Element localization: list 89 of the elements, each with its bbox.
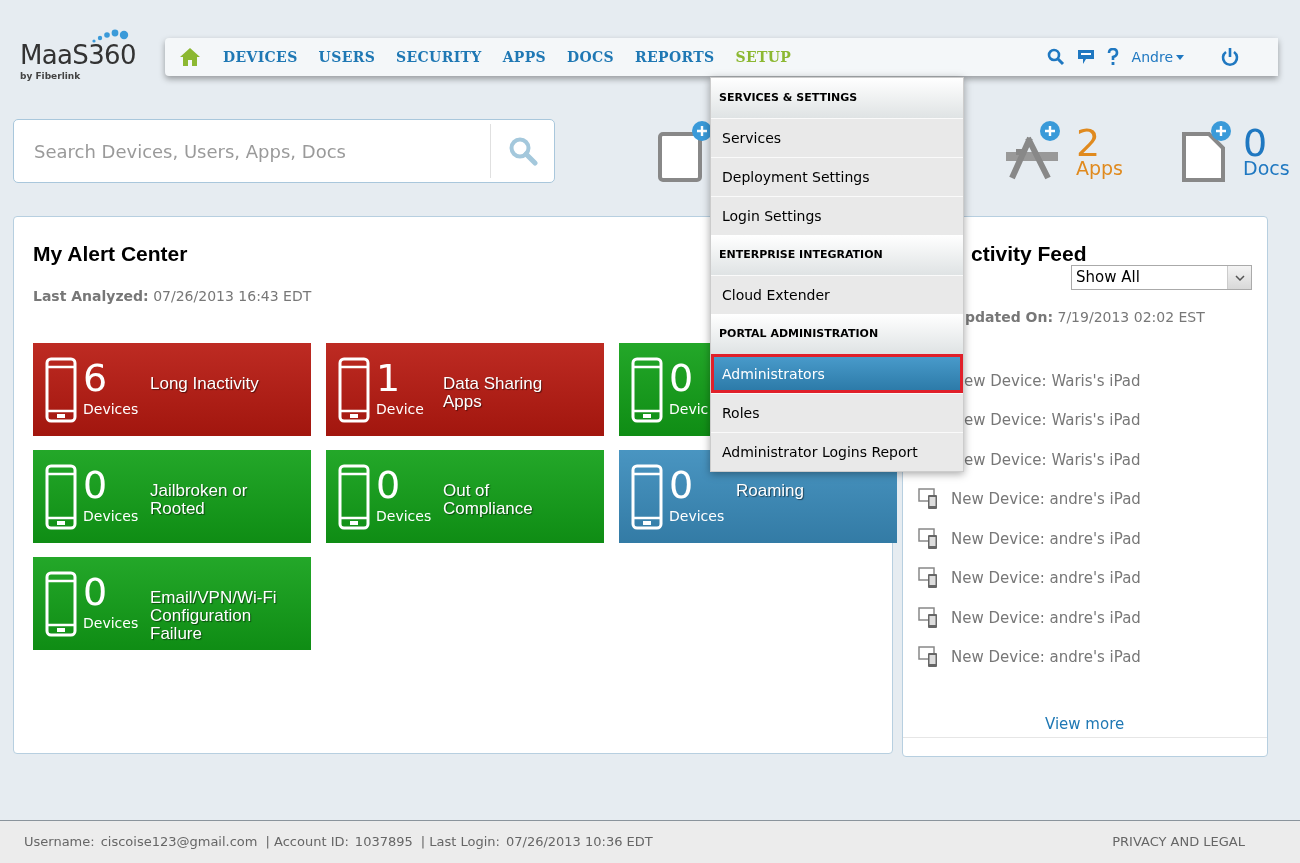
alert-label: Data Sharing Apps bbox=[443, 374, 544, 411]
menu-section-heading: PORTAL ADMINISTRATION bbox=[711, 314, 963, 354]
alert-tile[interactable]: 0 Devices Out of Compliance bbox=[326, 449, 604, 543]
menu-item[interactable]: Roles bbox=[711, 393, 963, 432]
phone-icon bbox=[45, 356, 77, 423]
alert-count: 0 bbox=[83, 572, 108, 611]
menu-item[interactable]: Administrator Logins Report bbox=[711, 432, 963, 471]
help-icon[interactable] bbox=[1106, 48, 1119, 66]
nav-tab[interactable]: DEVICES bbox=[223, 46, 298, 68]
nav-tab[interactable]: REPORTS bbox=[635, 46, 715, 68]
device-icon bbox=[918, 606, 940, 629]
tablet-add-icon[interactable] bbox=[658, 120, 713, 182]
menu-section-heading: SERVICES & SETTINGS bbox=[711, 78, 963, 118]
logo-byline: by Fiberlink bbox=[20, 72, 82, 81]
stat-count: 2 bbox=[1076, 124, 1101, 162]
phone-icon bbox=[631, 463, 663, 530]
alert-count: 6 bbox=[83, 358, 108, 397]
alert-label: Long Inactivity bbox=[150, 374, 260, 393]
alert-label: Out of Compliance bbox=[443, 481, 534, 518]
menu-item[interactable]: Administrators bbox=[711, 354, 963, 393]
nav-tab[interactable]: APPS bbox=[502, 46, 547, 68]
chat-bubble-icon[interactable] bbox=[1076, 48, 1095, 66]
menu-section-heading: ENTERPRISE INTEGRATION bbox=[711, 235, 963, 275]
panel-title: ctivity Feed bbox=[971, 241, 1087, 267]
alert-unit: Devices bbox=[376, 508, 432, 523]
last-analyzed-text: Last Analyzed: 07/26/2013 16:43 EDT bbox=[33, 286, 312, 306]
feed-entry[interactable]: ew Device: Waris's iPad bbox=[964, 409, 1141, 432]
footer-label: | Account ID: bbox=[265, 833, 349, 852]
device-icon bbox=[918, 488, 940, 511]
alert-count: 0 bbox=[669, 358, 694, 397]
stat-count: 0 bbox=[1243, 124, 1268, 162]
stat-label: Apps bbox=[1076, 159, 1124, 178]
stat-label: Docs bbox=[1243, 159, 1290, 178]
alert-count: 1 bbox=[376, 358, 401, 397]
power-icon[interactable] bbox=[1220, 47, 1240, 67]
alert-unit: Devices bbox=[669, 508, 725, 523]
updated-on-text: pdated On: 7/19/2013 02:02 EST bbox=[965, 308, 1205, 327]
caret-icon bbox=[1176, 54, 1184, 60]
user-menu[interactable]: Andre bbox=[1131, 46, 1184, 68]
nav-tab[interactable]: DOCS bbox=[567, 46, 615, 68]
menu-item[interactable]: Services bbox=[711, 118, 963, 157]
alert-unit: Devic bbox=[669, 401, 709, 416]
phone-icon bbox=[338, 356, 370, 423]
alert-count: 0 bbox=[83, 465, 108, 504]
phone-icon bbox=[45, 463, 77, 530]
feed-entry[interactable]: New Device: andre's iPad bbox=[951, 606, 1141, 629]
device-icon bbox=[918, 646, 940, 669]
phone-icon bbox=[631, 356, 663, 423]
chevron-down-icon bbox=[1234, 274, 1245, 281]
feed-entry[interactable]: ew Device: Waris's iPad bbox=[964, 369, 1141, 392]
alert-tile[interactable]: 1 Device Data Sharing Apps bbox=[326, 342, 604, 436]
logo-dots-icon bbox=[90, 28, 130, 44]
alert-label: Jailbroken or Rooted bbox=[150, 481, 249, 518]
alert-count: 0 bbox=[376, 465, 401, 504]
feed-entry[interactable]: New Device: andre's iPad bbox=[951, 646, 1141, 669]
phone-icon bbox=[338, 463, 370, 530]
footer-value: ciscoise123@gmail.com bbox=[100, 833, 258, 852]
search-icon[interactable] bbox=[1046, 48, 1065, 66]
device-icon bbox=[918, 527, 940, 550]
alert-tile[interactable]: 0 Devices Jailbroken or Rooted bbox=[33, 449, 311, 543]
footer-value: 1037895 bbox=[354, 833, 413, 852]
menu-item[interactable]: Deployment Settings bbox=[711, 157, 963, 196]
logo-wordmark: MaaS360 bbox=[20, 42, 136, 68]
footer-label: Username: bbox=[24, 833, 95, 852]
phone-icon bbox=[45, 570, 77, 637]
nav-tab[interactable]: USERS bbox=[318, 46, 376, 68]
feed-entry[interactable]: New Device: andre's iPad bbox=[951, 567, 1141, 590]
panel-title: My Alert Center bbox=[33, 241, 188, 267]
alert-unit: Devices bbox=[83, 615, 139, 630]
home-icon[interactable] bbox=[179, 47, 201, 67]
privacy-link[interactable]: PRIVACY AND LEGAL bbox=[1112, 832, 1245, 852]
view-more-link[interactable]: View more bbox=[1045, 713, 1125, 736]
nav-tab[interactable]: SECURITY bbox=[396, 46, 482, 68]
alert-tile[interactable]: 6 Devices Long Inactivity bbox=[33, 342, 311, 436]
document-add-icon[interactable] bbox=[1181, 120, 1234, 182]
alert-unit: Device bbox=[376, 401, 424, 416]
alert-label: Email/VPN/Wi-Fi Configuration Failure bbox=[150, 588, 278, 643]
alert-count: 0 bbox=[669, 465, 694, 504]
device-icon bbox=[918, 567, 940, 590]
footer-value: 07/26/2013 10:36 EDT bbox=[505, 833, 653, 852]
feed-entry[interactable]: New Device: andre's iPad bbox=[951, 488, 1141, 511]
feed-entry[interactable]: New Device: andre's iPad bbox=[951, 527, 1141, 550]
alert-unit: Devices bbox=[83, 508, 139, 523]
alert-unit: Devices bbox=[83, 401, 139, 416]
alert-label: Roaming bbox=[736, 481, 806, 500]
feed-entry[interactable]: ew Device: Waris's iPad bbox=[964, 448, 1141, 471]
filter-dropdown[interactable]: Show All bbox=[1071, 265, 1252, 290]
search-icon bbox=[507, 136, 538, 166]
footer-label: | Last Login: bbox=[420, 833, 500, 852]
